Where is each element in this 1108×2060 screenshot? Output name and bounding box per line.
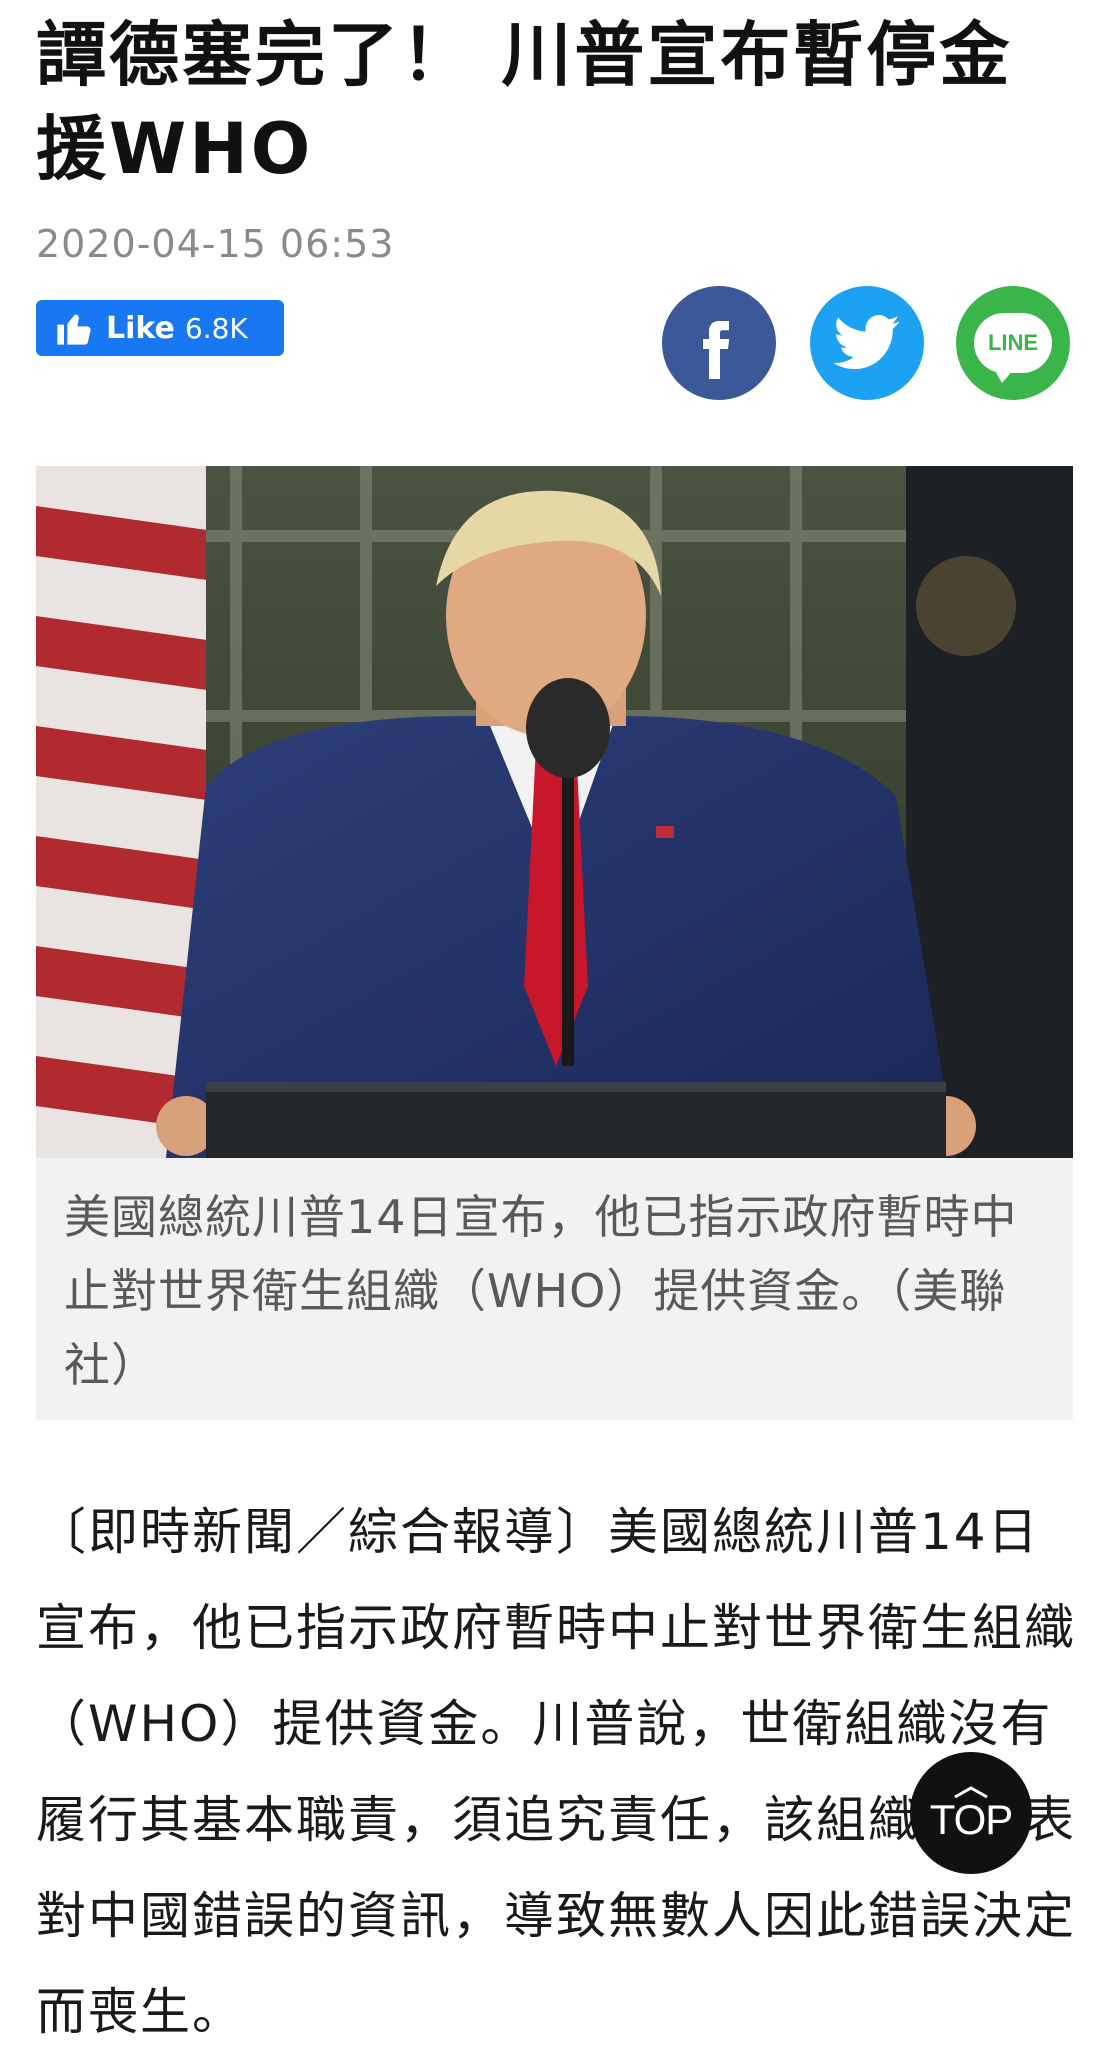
back-to-top-label: TOP (929, 1796, 1014, 1843)
line-icon: LINE (974, 313, 1052, 383)
back-to-top-button[interactable]: TOP (910, 1752, 1032, 1874)
article-title: 譚德塞完了！ 川普宣布暫停金援WHO (36, 14, 1013, 190)
photo-caption: 美國總統川普14日宣布，他已指示政府暫時中止對世界衛生組織（WHO）提供資金。（… (64, 1190, 1018, 1392)
facebook-like-button[interactable]: Like 6.8K (36, 300, 284, 356)
facebook-icon (703, 321, 730, 379)
article-body: 〔即時新聞／綜合報導〕美國總統川普14日宣布，他已指示政府暫時中止對世界衛生組織… (36, 1503, 1076, 2041)
publish-timestamp: 2020-04-15 06:53 (36, 222, 395, 266)
share-twitter-button[interactable] (810, 286, 924, 400)
share-facebook-button[interactable] (662, 286, 776, 400)
press-conference-photo (36, 466, 1073, 1158)
twitter-icon (833, 315, 900, 370)
line-icon-label: LINE (987, 330, 1039, 355)
share-line-button[interactable]: LINE (956, 286, 1070, 400)
like-count: 6.8K (184, 311, 248, 345)
like-label: Like (106, 310, 175, 346)
article-figure: 美國總統川普14日宣布，他已指示政府暫時中止對世界衛生組織（WHO）提供資金。（… (36, 466, 1073, 1420)
thumbs-up-icon (57, 314, 91, 345)
article-photo (36, 466, 1073, 1158)
